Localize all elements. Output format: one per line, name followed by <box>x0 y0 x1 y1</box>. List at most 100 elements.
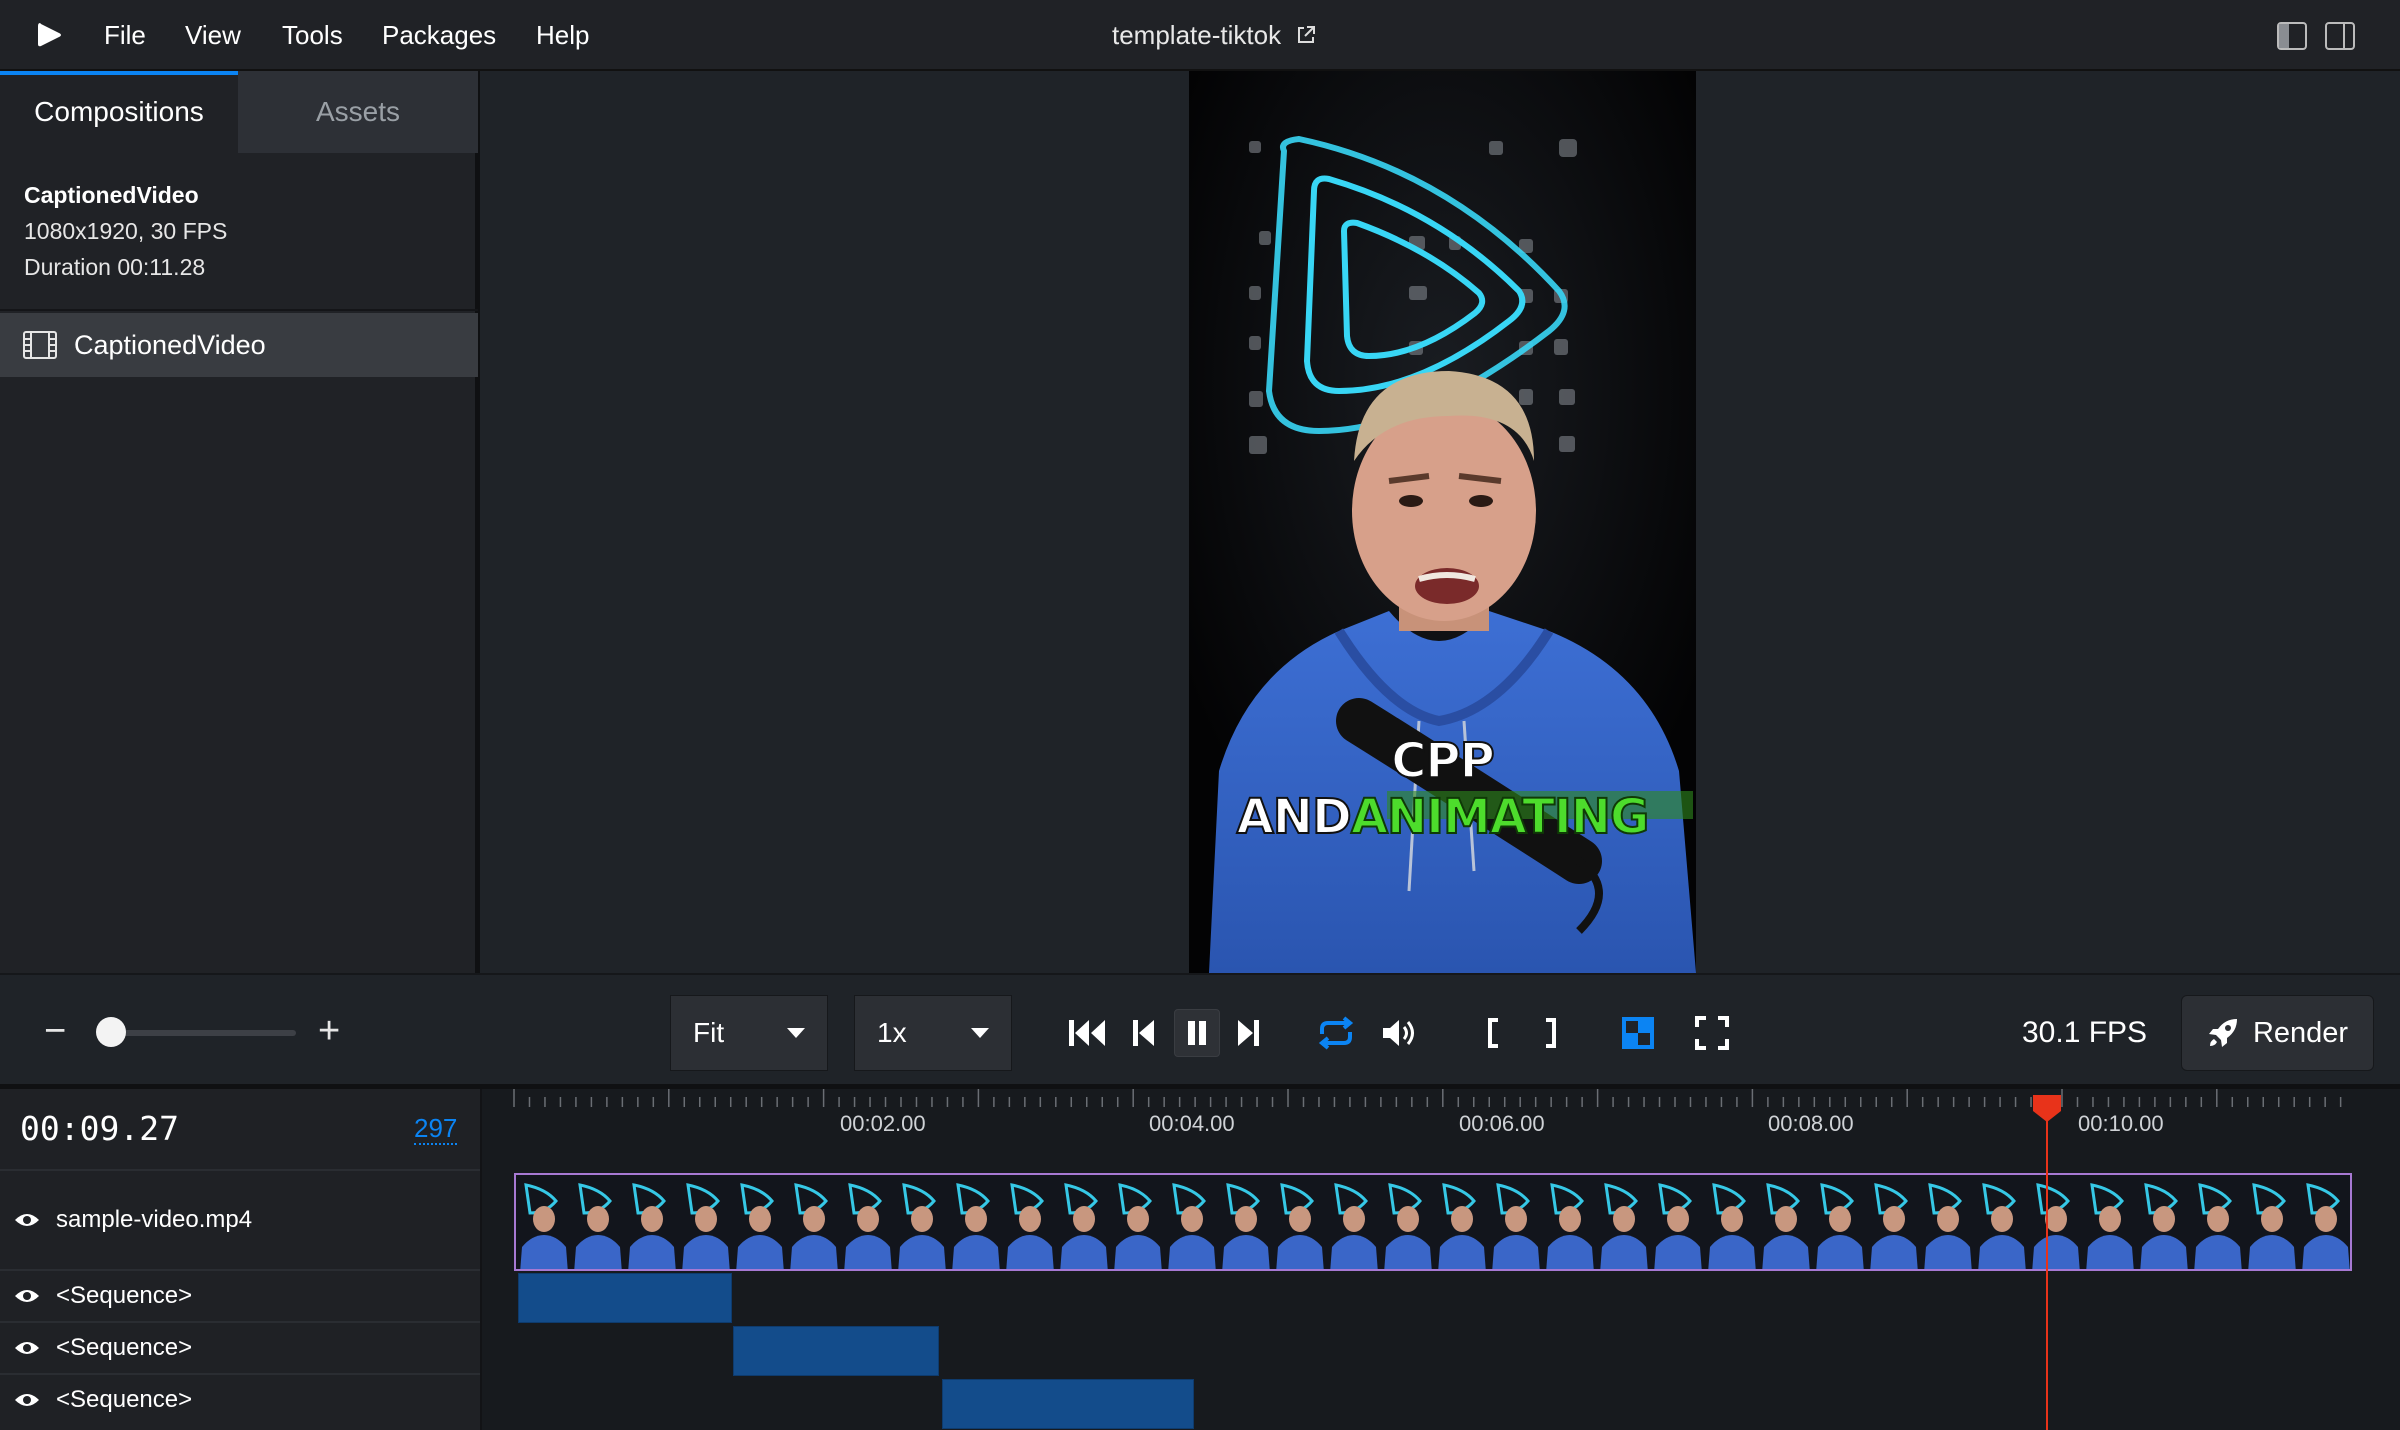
video-thumbnail <box>2082 1175 2136 1269</box>
composition-list-item[interactable]: CaptionedVideo <box>0 313 478 377</box>
composition-list-label: CaptionedVideo <box>74 329 266 360</box>
video-caption: CPP ANDANIMATING <box>1189 732 1696 846</box>
sequence-clip[interactable] <box>518 1273 732 1323</box>
skip-to-start-icon <box>1069 1020 1105 1046</box>
ruler-tick-label: 00:06.00 <box>1459 1111 1545 1136</box>
eye-icon[interactable] <box>14 1339 40 1357</box>
tab-compositions[interactable]: Compositions <box>0 71 238 153</box>
video-thumbnail <box>2028 1175 2082 1269</box>
video-thumbnail <box>1380 1175 1434 1269</box>
size-select[interactable]: Fit <box>670 995 828 1071</box>
track-label-sequence[interactable]: <Sequence> <box>0 1321 480 1373</box>
composition-size-fps: 1080x1920, 30 FPS <box>24 218 228 244</box>
track-name: <Sequence> <box>56 1386 193 1413</box>
zoom-out-button[interactable]: − <box>44 1011 66 1051</box>
zoom-slider-track[interactable] <box>100 1030 296 1036</box>
jump-to-start-button[interactable] <box>1066 1011 1110 1055</box>
eye-icon[interactable] <box>14 1287 40 1305</box>
menu-view[interactable]: View <box>185 18 241 52</box>
video-thumbnail <box>1110 1175 1164 1269</box>
video-thumbnail <box>1218 1175 1272 1269</box>
video-preview[interactable]: CPP ANDANIMATING <box>1189 71 1696 973</box>
sequence-clip[interactable] <box>942 1379 1194 1429</box>
sequence-clip[interactable] <box>733 1326 939 1376</box>
eye-icon[interactable] <box>14 1391 40 1409</box>
caption-highlight-word: ANIMATING <box>1350 788 1651 846</box>
video-thumbnail <box>624 1175 678 1269</box>
tab-assets[interactable]: Assets <box>238 71 478 153</box>
video-thumbnail <box>1812 1175 1866 1269</box>
menu-file[interactable]: File <box>104 18 146 52</box>
render-button[interactable]: Render <box>2181 995 2374 1071</box>
playback-controls: − + Fit 1x 30.1 FPS Render <box>0 973 2400 1089</box>
sidebar-tabs: Compositions Assets <box>0 71 478 153</box>
video-thumbnail <box>2190 1175 2244 1269</box>
previous-frame-button[interactable] <box>1122 1011 1166 1055</box>
video-thumbnail <box>1002 1175 1056 1269</box>
eye-icon[interactable] <box>14 1211 40 1229</box>
video-thumbnail <box>1542 1175 1596 1269</box>
external-link-icon <box>1298 26 1316 43</box>
toggle-left-panel-icon[interactable] <box>2276 20 2308 52</box>
timeline-ruler[interactable]: 00:02.00 00:04.00 00:06.00 00:08.00 00:1… <box>484 1089 2400 1169</box>
video-thumbnail <box>894 1175 948 1269</box>
track-label-video[interactable]: sample-video.mp4 <box>0 1169 480 1269</box>
set-out-point-button[interactable] <box>1528 1011 1572 1055</box>
video-track-clip[interactable] <box>514 1173 2352 1271</box>
menu-packages[interactable]: Packages <box>382 18 496 52</box>
playhead-line[interactable] <box>2045 1107 2048 1430</box>
timeline-tracks-area[interactable]: 00:02.00 00:04.00 00:06.00 00:08.00 00:1… <box>484 1089 2400 1430</box>
video-thumbnail <box>1056 1175 1110 1269</box>
fullscreen-button[interactable] <box>1690 1011 1734 1055</box>
video-thumbnail <box>1974 1175 2028 1269</box>
film-icon <box>23 331 57 359</box>
pause-button[interactable] <box>1174 1009 1220 1057</box>
project-title-link[interactable]: template-tiktok <box>1112 18 1317 52</box>
set-in-point-button[interactable] <box>1472 1011 1516 1055</box>
video-thumbnail <box>1866 1175 1920 1269</box>
zoom-in-button[interactable]: + <box>318 1011 340 1051</box>
fullscreen-icon <box>1695 1016 1729 1050</box>
menu-help[interactable]: Help <box>536 18 589 52</box>
track-label-sequence[interactable]: <Sequence> <box>0 1269 480 1321</box>
video-thumbnail <box>1164 1175 1218 1269</box>
next-frame-button[interactable] <box>1226 1011 1270 1055</box>
playhead-handle-icon[interactable] <box>2031 1093 2063 1123</box>
track-name: <Sequence> <box>56 1334 193 1361</box>
menu-tools[interactable]: Tools <box>282 18 343 52</box>
track-label-sequence[interactable]: <Sequence> <box>0 1373 480 1425</box>
in-point-icon <box>1488 1018 1498 1048</box>
chevron-down-icon <box>971 1028 989 1038</box>
size-select-value: Fit <box>693 1017 725 1048</box>
zoom-slider-thumb[interactable] <box>96 1017 126 1047</box>
playback-rate-value: 1x <box>877 1017 907 1048</box>
track-name: sample-video.mp4 <box>56 1206 253 1233</box>
app-logo-icon[interactable] <box>34 20 64 50</box>
video-thumbnail <box>1272 1175 1326 1269</box>
checkerboard-toggle[interactable] <box>1616 1011 1660 1055</box>
video-thumbnail <box>1488 1175 1542 1269</box>
video-thumbnail <box>786 1175 840 1269</box>
divider <box>0 309 478 311</box>
out-point-icon <box>1546 1018 1556 1048</box>
video-thumbnail <box>2298 1175 2350 1269</box>
composition-info: CaptionedVideo 1080x1920, 30 FPS Duratio… <box>24 177 227 285</box>
current-timecode: 00:09.27 <box>20 1109 179 1148</box>
video-thumbnail <box>948 1175 1002 1269</box>
toggle-right-panel-icon[interactable] <box>2324 20 2356 52</box>
step-back-icon <box>1133 1020 1154 1046</box>
chevron-down-icon <box>787 1028 805 1038</box>
render-button-label: Render <box>2252 1016 2349 1049</box>
ruler-tick-label: 00:04.00 <box>1149 1111 1235 1136</box>
menu-bar: File View Tools Packages Help template-t… <box>0 0 2400 71</box>
loop-toggle[interactable] <box>1314 1011 1358 1055</box>
video-thumbnail <box>2244 1175 2298 1269</box>
mute-toggle[interactable] <box>1378 1011 1422 1055</box>
loop-icon <box>1318 1016 1354 1050</box>
playback-rate-select[interactable]: 1x <box>854 995 1012 1071</box>
pause-icon <box>1188 1021 1206 1045</box>
timeline-track-list: 00:09.27 297 sample-video.mp4 <Sequence>… <box>0 1089 482 1430</box>
current-frame-number[interactable]: 297 <box>414 1113 458 1145</box>
ruler-tick-label: 00:10.00 <box>2078 1111 2164 1136</box>
video-thumbnail <box>570 1175 624 1269</box>
